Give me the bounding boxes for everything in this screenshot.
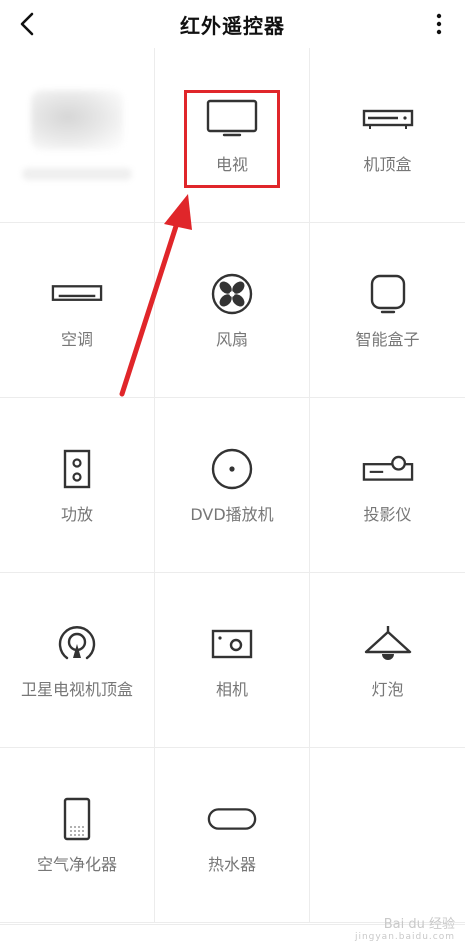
more-options-icon[interactable] bbox=[433, 12, 445, 36]
projector-icon bbox=[362, 455, 413, 481]
device-label: 卫星电视机顶盒 bbox=[20, 680, 133, 699]
device-label: 投影仪 bbox=[363, 505, 412, 524]
device-blurred-custom[interactable] bbox=[0, 48, 155, 223]
device-label: 热水器 bbox=[207, 855, 256, 874]
device-label: 灯泡 bbox=[371, 680, 404, 699]
smart-box-icon bbox=[370, 274, 405, 314]
device-dvd-player[interactable]: DVD播放机 bbox=[155, 398, 310, 573]
watermark-brand: Bai du 经验 bbox=[383, 917, 455, 932]
blurred-thumbnail bbox=[31, 90, 123, 150]
air-conditioner-icon bbox=[51, 285, 103, 301]
device-amplifier[interactable]: 功放 bbox=[0, 398, 155, 573]
device-grid: 电视 机顶盒 空调 风扇 智能盒子 功放 DVD播放机 投影仪 卫星电视机顶盒 … bbox=[0, 48, 465, 923]
device-label: DVD播放机 bbox=[190, 505, 274, 524]
watermark-url: jingyan.baidu.com bbox=[354, 932, 455, 942]
back-arrow-icon[interactable] bbox=[14, 10, 42, 38]
top-bar: 红外遥控器 bbox=[0, 0, 465, 48]
blurred-label bbox=[22, 168, 132, 180]
page-title: 红外遥控器 bbox=[180, 13, 285, 38]
device-smart-box[interactable]: 智能盒子 bbox=[310, 223, 465, 398]
device-projector[interactable]: 投影仪 bbox=[310, 398, 465, 573]
device-tv[interactable]: 电视 bbox=[155, 48, 310, 223]
speaker-icon bbox=[63, 449, 91, 489]
device-label: 功放 bbox=[60, 505, 93, 524]
device-water-heater[interactable]: 热水器 bbox=[155, 748, 310, 923]
air-purifier-icon bbox=[63, 797, 91, 841]
device-label: 风扇 bbox=[215, 330, 248, 349]
watermark: Bai du 经验 jingyan.baidu.com bbox=[355, 913, 455, 942]
satellite-icon bbox=[58, 626, 96, 660]
water-heater-icon bbox=[207, 808, 257, 830]
device-label: 相机 bbox=[215, 680, 248, 699]
device-fan[interactable]: 风扇 bbox=[155, 223, 310, 398]
set-top-box-icon bbox=[362, 109, 413, 129]
device-label: 空调 bbox=[60, 330, 93, 349]
camera-icon bbox=[211, 629, 253, 659]
disc-icon bbox=[211, 448, 253, 490]
device-light-bulb[interactable]: 灯泡 bbox=[310, 573, 465, 748]
fan-icon bbox=[211, 273, 253, 315]
empty-cell bbox=[310, 748, 465, 923]
device-set-top-box[interactable]: 机顶盒 bbox=[310, 48, 465, 223]
lamp-icon bbox=[364, 626, 411, 660]
device-label: 智能盒子 bbox=[355, 330, 420, 349]
tv-icon bbox=[206, 99, 258, 137]
device-label: 电视 bbox=[215, 155, 248, 174]
device-air-purifier[interactable]: 空气净化器 bbox=[0, 748, 155, 923]
device-label: 空气净化器 bbox=[36, 855, 117, 874]
device-satellite-tv-box[interactable]: 卫星电视机顶盒 bbox=[0, 573, 155, 748]
device-label: 机顶盒 bbox=[363, 155, 412, 174]
device-air-conditioner[interactable]: 空调 bbox=[0, 223, 155, 398]
device-camera[interactable]: 相机 bbox=[155, 573, 310, 748]
